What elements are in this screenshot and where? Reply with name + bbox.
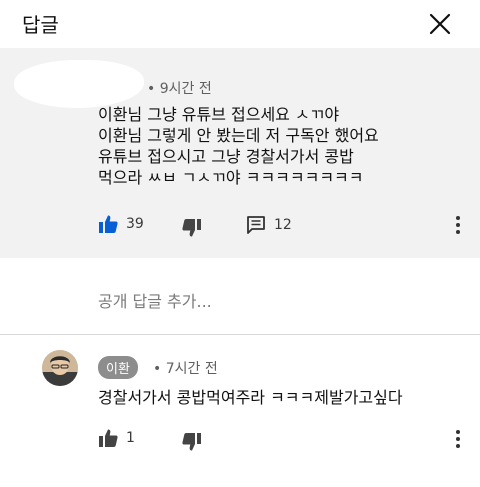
- author-badge[interactable]: 이환: [98, 356, 138, 379]
- comment-time-text: 9시간 전: [159, 81, 212, 97]
- reply-dislike-button[interactable]: [182, 432, 202, 452]
- comment-line: 먹으라 ㅆㅂ ㄱㅅㄲ야 ㅋㅋㅋㅋㅋㅋㅋㅋ: [98, 168, 364, 187]
- thumbs-up-icon: [98, 428, 118, 448]
- page-title: 답글: [22, 13, 59, 37]
- reply-body: 경찰서가서 콩밥먹여주라 ㅋㅋㅋ제발가고싶다: [98, 388, 403, 407]
- avatar[interactable]: [42, 350, 78, 386]
- reply-count: 12: [274, 217, 292, 233]
- thumbs-up-icon: [98, 214, 118, 234]
- add-reply-field[interactable]: 공개 답글 추가...: [0, 258, 480, 335]
- reply-input-placeholder: 공개 답글 추가...: [98, 292, 212, 311]
- reply-count-button[interactable]: 12: [246, 215, 292, 235]
- comment-body: 이환님 그냥 유튜브 접으세요 ㅅㄲ야 이환님 그렇게 안 봤는데 저 구독안 …: [98, 104, 379, 188]
- reply-like-count: 1: [126, 430, 135, 446]
- header: 답글: [0, 0, 480, 48]
- comment-line: 이환님 그냥 유튜브 접으세요 ㅅㄲ야: [98, 105, 340, 124]
- thumbs-down-icon: [182, 218, 202, 238]
- more-options-icon[interactable]: [450, 214, 466, 236]
- reply-time: • 7시간 전: [153, 361, 218, 377]
- comment-line: 이환님 그렇게 안 봤는데 저 구독안 했어요: [98, 126, 379, 145]
- reply-like-button[interactable]: 1: [98, 428, 135, 448]
- thumbs-down-icon: [182, 432, 202, 452]
- like-button[interactable]: 39: [98, 214, 144, 234]
- reply-time-text: 7시간 전: [165, 361, 218, 377]
- reply-more-options-icon[interactable]: [450, 428, 466, 450]
- comment-icon: [246, 215, 266, 235]
- close-icon[interactable]: [426, 10, 454, 38]
- comment-line: 유튜브 접으시고 그냥 경찰서가서 콩밥: [98, 147, 354, 166]
- dislike-button[interactable]: [182, 218, 202, 238]
- like-count: 39: [126, 216, 144, 232]
- comment-time: • 9시간 전: [147, 81, 212, 97]
